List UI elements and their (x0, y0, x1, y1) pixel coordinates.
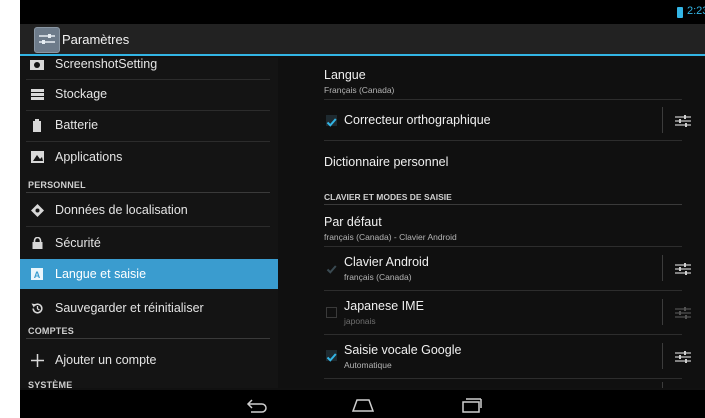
camera-icon (30, 58, 44, 71)
section-header-clavier: CLAVIER ET MODES DE SAISIE (324, 192, 452, 202)
storage-icon (30, 87, 44, 101)
sidebar-item-label: Stockage (55, 87, 108, 101)
back-icon (246, 399, 267, 413)
recent-apps-button[interactable] (458, 395, 484, 413)
pref-langue[interactable]: Langue Français (Canada) (324, 66, 682, 100)
location-icon (30, 203, 44, 217)
home-button[interactable] (350, 395, 376, 413)
clavier-android-title: Clavier Android (344, 255, 429, 269)
battery-icon (30, 118, 44, 132)
lock-icon (30, 236, 44, 250)
pref-japanese-ime[interactable]: Japanese IME japonais (324, 294, 682, 330)
spell-checker-checkbox[interactable] (326, 115, 337, 127)
language-icon: A (30, 267, 44, 281)
sidebar-item-label: Sécurité (55, 236, 101, 250)
backup-icon (30, 301, 44, 315)
language-input-settings: Langue Français (Canada) Correcteur orth… (278, 58, 705, 388)
sidebar-item-langue-et-saisie[interactable]: A Langue et saisie (20, 259, 278, 289)
sidebar-item-stockage[interactable]: Stockage (20, 79, 278, 109)
japanese-ime-checkbox[interactable] (326, 307, 337, 318)
sidebar-item-batterie[interactable]: Batterie (20, 110, 278, 140)
pref-par-defaut[interactable]: Par défaut français (Canada) - Clavier A… (324, 210, 682, 244)
spell-checker-title: Correcteur orthographique (344, 113, 491, 127)
section-header-personnel: PERSONNEL (28, 180, 86, 190)
clavier-android-subtitle: français (Canada) (344, 272, 412, 282)
saisie-vocale-settings-icon[interactable] (675, 350, 691, 364)
sidebar-item-label: Ajouter un compte (55, 353, 157, 367)
sidebar-item-label: Applications (55, 150, 123, 164)
back-button[interactable] (243, 395, 269, 413)
sidebar-item-label: Langue et saisie (55, 267, 147, 281)
sidebar-item-screenshotsetting[interactable]: ScreenshotSetting (20, 58, 278, 79)
japanese-ime-settings-icon[interactable] (675, 306, 691, 320)
section-header-systeme: SYSTÈME (28, 380, 73, 388)
pref-saisie-vocale-google[interactable]: Saisie vocale Google Automatique (324, 338, 682, 374)
settings-categories-list: ScreenshotSetting Stockage Batterie Appl… (20, 58, 278, 388)
sidebar-item-securite[interactable]: Sécurité (20, 228, 278, 258)
sidebar-item-label: Sauvegarder et réinitialiser (55, 301, 204, 315)
sidebar-item-label: Batterie (55, 118, 99, 132)
pref-langue-title: Langue (324, 68, 366, 82)
tablet-screen: 2:23 Paramètres ScreenshotSetting St (20, 0, 705, 418)
settings-app-icon[interactable] (34, 27, 60, 53)
navigation-bar (20, 390, 705, 418)
pref-langue-value: Français (Canada) (324, 85, 395, 95)
dictionary-title: Dictionnaire personnel (324, 155, 449, 169)
japanese-ime-title: Japanese IME (344, 299, 424, 313)
pref-dictionnaire-personnel[interactable]: Dictionnaire personnel (324, 148, 682, 174)
status-bar: 2:23 (20, 0, 705, 24)
clavier-android-settings-icon[interactable] (675, 262, 691, 276)
sidebar-item-label: Données de localisation (55, 203, 188, 217)
default-keyboard-title: Par défaut (324, 215, 382, 229)
recent-apps-icon (462, 398, 482, 413)
pref-correcteur-orthographique[interactable]: Correcteur orthographique (324, 102, 682, 138)
settings-sliders-icon (39, 34, 55, 44)
saisie-vocale-title: Saisie vocale Google (344, 343, 462, 357)
sidebar-item-ajouter-compte[interactable]: Ajouter un compte (20, 345, 278, 375)
saisie-vocale-checkbox[interactable] (326, 350, 337, 362)
sidebar-item-sauvegarder[interactable]: Sauvegarder et réinitialiser (20, 293, 278, 323)
apps-icon (30, 150, 44, 164)
home-icon (351, 399, 375, 412)
saisie-vocale-subtitle: Automatique (344, 360, 392, 370)
battery-status-icon (677, 7, 683, 18)
status-time: 2:23 (687, 5, 705, 17)
sidebar-item-label: ScreenshotSetting (55, 58, 158, 71)
page-title: Paramètres (62, 32, 130, 47)
section-header-comptes: COMPTES (28, 326, 74, 336)
pref-clavier-android[interactable]: Clavier Android français (Canada) (324, 250, 682, 286)
sidebar-item-applications[interactable]: Applications (20, 142, 278, 172)
japanese-ime-subtitle: japonais (344, 316, 376, 326)
clavier-android-checkbox[interactable] (326, 262, 337, 274)
default-keyboard-value: français (Canada) - Clavier Android (324, 232, 457, 242)
action-bar: Paramètres (20, 24, 705, 56)
sidebar-item-localisation[interactable]: Données de localisation (20, 195, 278, 225)
spell-checker-settings-icon[interactable] (675, 114, 691, 128)
add-icon (30, 353, 44, 367)
svg-text:A: A (34, 270, 41, 280)
